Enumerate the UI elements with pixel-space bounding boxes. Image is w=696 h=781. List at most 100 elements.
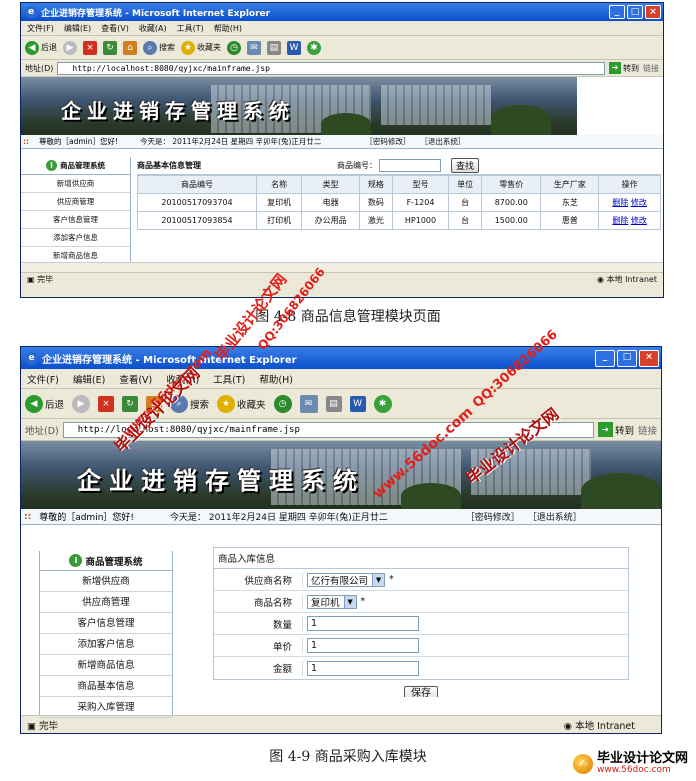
messenger-icon[interactable]: ✱	[307, 40, 321, 55]
status-done-text: 完毕	[37, 275, 54, 284]
bullet-icon: ::	[23, 137, 29, 146]
sidebar-title: i 商品管理系统	[40, 551, 172, 571]
amount-input[interactable]: 1	[307, 660, 419, 676]
quantity-input[interactable]: 1	[307, 616, 419, 631]
stop-icon[interactable]: ×	[98, 395, 115, 412]
search-button[interactable]: ⌕ 搜索	[170, 394, 210, 413]
search-label: 搜索	[159, 43, 175, 52]
sidebar-item-new-product[interactable]: 新增商品信息	[40, 655, 172, 676]
links-label[interactable]: 链接	[638, 423, 657, 437]
search-button[interactable]: ⌕ 搜索	[143, 40, 175, 55]
change-password-link[interactable]: ［密码修改］	[365, 136, 410, 147]
logout-link[interactable]: ［退出系统］	[420, 136, 465, 147]
menu-tools[interactable]: 工具(T)	[177, 23, 204, 34]
product-select[interactable]: 复印机 ▼	[307, 594, 357, 609]
menu-view[interactable]: 查看(V)	[119, 372, 152, 386]
table-cell: 激光	[359, 211, 393, 230]
sidebar-item-new-supplier[interactable]: 新增供应商	[40, 571, 172, 592]
address-label: 地址(D)	[25, 425, 59, 437]
date-text: 今天是： 2011年2月24日 星期四 辛卯年(兔)正月廿二	[140, 137, 322, 146]
delete-link[interactable]: 删除	[612, 216, 628, 225]
top-address-bar: 地址(D) ➔转到 链接	[21, 60, 663, 77]
go-label: 转到	[623, 63, 639, 73]
bottom-welcome-line: :: 尊敬的［admin］您好! 今天是： 2011年2月24日 星期四 辛卯年…	[21, 509, 661, 525]
supplier-row: 供应商名称 亿行有限公司 ▼ *	[214, 569, 628, 591]
address-input[interactable]	[57, 61, 605, 75]
logo-title: 毕业设计论文网	[596, 751, 688, 766]
menu-help[interactable]: 帮助(H)	[214, 23, 242, 34]
menu-file[interactable]: 文件(F)	[27, 372, 59, 386]
favorites-button[interactable]: ★ 收藏夹	[217, 394, 266, 413]
history-icon[interactable]: ◷	[227, 40, 241, 55]
bottom-toolbar: ◀ 后退 ▶ × ↻ ⌂ ⌕ 搜索 ★ 收藏夹 ◷ ✉ ▤ W ✱	[21, 389, 661, 419]
go-button[interactable]: ➔ 转到	[609, 62, 639, 74]
word-icon[interactable]: W	[349, 395, 366, 412]
home-icon[interactable]: ⌂	[123, 40, 137, 55]
sidebar-item-customer-manage[interactable]: 客户信息管理	[40, 613, 172, 634]
save-button[interactable]: 保存	[404, 686, 438, 697]
menu-tools[interactable]: 工具(T)	[213, 372, 245, 386]
status-zone-text: 本地 Intranet	[606, 275, 657, 284]
bullet-icon: ::	[24, 511, 32, 522]
date-text: 今天是： 2011年2月24日 星期四 辛卯年(兔)正月廿二	[170, 513, 388, 523]
stop-icon[interactable]: ×	[83, 40, 97, 55]
refresh-icon[interactable]: ↻	[122, 395, 139, 412]
minimize-icon[interactable]: _	[609, 5, 625, 19]
find-button[interactable]: 查找	[451, 158, 480, 173]
menu-favorites[interactable]: 收藏(A)	[139, 23, 167, 34]
price-input[interactable]: 1	[307, 638, 419, 653]
sidebar-item-supplier-manage[interactable]: 供应商管理	[40, 592, 172, 613]
sidebar-item-new-supplier[interactable]: 新增供应商	[21, 175, 130, 193]
print-icon[interactable]: ▤	[267, 40, 281, 55]
address-input[interactable]	[62, 421, 594, 438]
history-icon[interactable]: ◷	[273, 394, 292, 413]
close-icon[interactable]: ×	[645, 5, 661, 19]
menu-help[interactable]: 帮助(H)	[259, 372, 293, 386]
close-icon[interactable]: ×	[639, 349, 659, 367]
delete-link[interactable]: 删除	[612, 198, 628, 207]
horizontal-scrollbar[interactable]	[21, 262, 663, 272]
column-header: 名称	[256, 175, 303, 194]
change-password-link[interactable]: ［密码修改］	[466, 510, 520, 523]
menu-favorites[interactable]: 收藏(A)	[166, 372, 199, 386]
sidebar-item-product-info[interactable]: 商品基本信息	[40, 676, 172, 697]
edit-link[interactable]: 修改	[631, 216, 647, 225]
back-button[interactable]: ◀ 后退	[25, 394, 64, 413]
search-icon: ⌕	[143, 40, 157, 55]
sidebar-item-add-customer[interactable]: 添加客户信息	[40, 634, 172, 655]
mail-icon[interactable]: ✉	[299, 394, 318, 413]
menu-edit[interactable]: 编辑(E)	[64, 23, 91, 34]
edit-link[interactable]: 修改	[631, 198, 647, 207]
maximize-icon[interactable]: □	[627, 5, 643, 19]
print-icon[interactable]: ▤	[325, 395, 342, 412]
menu-view[interactable]: 查看(V)	[101, 23, 129, 34]
sidebar-item-supplier-manage[interactable]: 供应商管理	[21, 193, 130, 211]
menu-file[interactable]: 文件(F)	[27, 23, 54, 34]
product-table: 商品编号 名称 类型 规格 型号 单位 零售价 生产厂家 操作 20100517…	[137, 175, 661, 230]
word-icon[interactable]: W	[287, 40, 301, 55]
maximize-icon[interactable]: □	[617, 349, 637, 367]
search-label: 搜索	[190, 399, 210, 411]
go-button[interactable]: ➔ 转到	[597, 422, 634, 437]
menu-edit[interactable]: 编辑(E)	[73, 372, 105, 386]
product-code-input[interactable]	[379, 159, 441, 172]
forward-arrow-icon[interactable]: ▶	[63, 40, 77, 55]
links-label[interactable]: 链接	[643, 63, 659, 74]
bottom-browser-window: e 企业进销存管理系统 - Microsoft Internet Explore…	[20, 346, 662, 734]
sidebar-item-add-customer[interactable]: 添加客户信息	[21, 229, 130, 247]
sidebar-item-customer-manage[interactable]: 客户信息管理	[21, 211, 130, 229]
sidebar-item-purchase-stock[interactable]: 采购入库管理	[40, 697, 172, 718]
logout-link[interactable]: ［退出系统］	[528, 510, 582, 523]
mail-icon[interactable]: ✉	[247, 40, 261, 55]
supplier-select[interactable]: 亿行有限公司 ▼	[307, 572, 386, 587]
forward-arrow-icon[interactable]: ▶	[72, 394, 91, 413]
refresh-icon[interactable]: ↻	[103, 40, 117, 55]
favorites-button[interactable]: ★ 收藏夹	[181, 40, 221, 55]
quantity-label: 数量	[272, 619, 292, 631]
home-icon[interactable]: ⌂	[146, 395, 163, 412]
minimize-icon[interactable]: _	[595, 349, 615, 367]
back-button[interactable]: ◀ 后退	[25, 40, 57, 55]
table-cell: 电器	[301, 193, 360, 212]
messenger-icon[interactable]: ✱	[373, 394, 392, 413]
table-cell: 打印机	[256, 211, 303, 230]
